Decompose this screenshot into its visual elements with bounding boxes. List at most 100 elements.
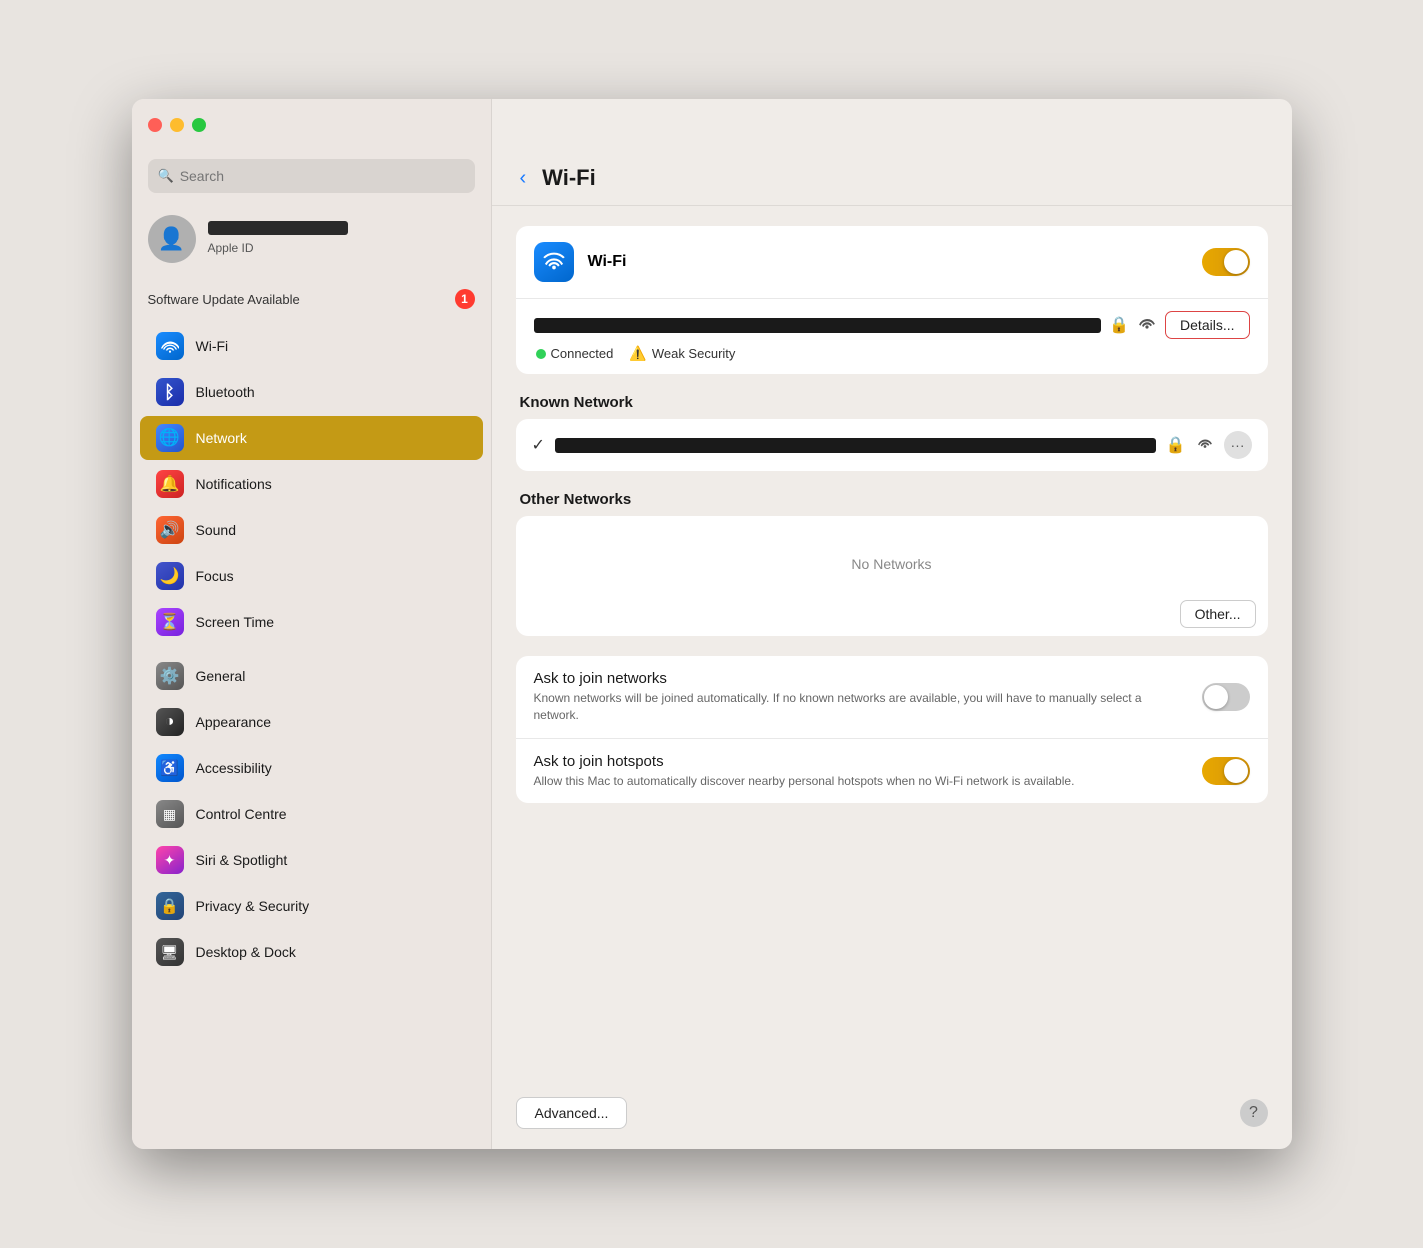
minimize-button[interactable] [170,118,184,132]
sidebar-item-label-accessibility: Accessibility [196,760,272,776]
main-content: ‹ Wi-Fi Wi-Fi [492,99,1292,1149]
search-bar[interactable]: 🔍 [148,159,475,193]
ask-hotspot-desc: Allow this Mac to automatically discover… [534,773,1188,790]
sidebar-item-label-appearance: Appearance [196,714,272,730]
ask-join-toggle[interactable] [1202,683,1250,711]
sidebar-item-control-centre[interactable]: ▦ Control Centre [140,792,483,836]
sidebar-item-label-notifications: Notifications [196,476,272,492]
known-network-more-button[interactable]: ··· [1224,431,1252,459]
sidebar-item-appearance[interactable]: ◑ Appearance [140,700,483,744]
help-button[interactable]: ? [1240,1099,1268,1127]
toggle-knob [1224,250,1248,274]
details-button[interactable]: Details... [1165,311,1249,339]
known-network-row: ✓ 🔒 ··· [516,419,1268,471]
connected-lock-icon: 🔒 [1109,315,1129,335]
ask-hotspot-title: Ask to join hotspots [534,753,1188,770]
known-network-name [555,438,1156,453]
network-row-top: 🔒 Details... [534,311,1250,339]
apple-id-name [208,221,348,235]
close-button[interactable] [148,118,162,132]
apple-id-section[interactable]: 👤 Apple ID [132,205,491,273]
page-title: Wi-Fi [542,165,596,191]
sidebar-item-label-screen-time: Screen Time [196,614,275,630]
sidebar-item-accessibility[interactable]: ♿ Accessibility [140,746,483,790]
ask-join-desc: Known networks will be joined automatica… [534,690,1188,724]
wifi-toggle[interactable] [1202,248,1250,276]
connected-network-row: 🔒 Details... Connected [516,298,1268,374]
software-update-badge: 1 [455,289,475,309]
status-weak: ⚠️ Weak Security [629,345,735,362]
content-header: ‹ Wi-Fi [492,151,1292,206]
software-update-row[interactable]: Software Update Available 1 [132,281,491,317]
appearance-icon: ◑ [156,708,184,736]
sidebar-item-label-wifi: Wi-Fi [196,338,229,354]
apple-id-label: Apple ID [208,241,254,255]
advanced-button[interactable]: Advanced... [516,1097,628,1129]
sidebar-item-label-privacy: Privacy & Security [196,898,310,914]
other-network-button[interactable]: Other... [1180,600,1256,628]
sidebar-item-screen-time[interactable]: ⏳ Screen Time [140,600,483,644]
connected-label: Connected [551,346,614,361]
wifi-toggle-card: Wi-Fi 🔒 Details [516,226,1268,374]
privacy-icon: 🔒 [156,892,184,920]
other-networks-header: Other Networks [516,491,1268,508]
ask-join-title: Ask to join networks [534,670,1188,687]
connected-wifi-signal [1137,315,1157,336]
sidebar-item-sound[interactable]: 🔊 Sound [140,508,483,552]
known-lock-icon: 🔒 [1166,435,1186,455]
content-body: Wi-Fi 🔒 Details [492,206,1292,1085]
maximize-button[interactable] [192,118,206,132]
sidebar-item-network[interactable]: 🌐 Network [140,416,483,460]
other-networks-footer: Other... [516,592,1268,636]
sidebar-item-label-control-centre: Control Centre [196,806,287,822]
sidebar-item-desktop-dock[interactable]: 🖥 Desktop & Dock [140,930,483,974]
back-button[interactable]: ‹ [516,167,531,190]
notifications-icon: 🔔 [156,470,184,498]
network-icon: 🌐 [156,424,184,452]
wifi-large-icon [534,242,574,282]
general-icon: ⚙️ [156,662,184,690]
sidebar-item-siri-spotlight[interactable]: ✦ Siri & Spotlight [140,838,483,882]
sidebar-item-label-network: Network [196,430,247,446]
sidebar-item-wifi[interactable]: Wi-Fi [140,324,483,368]
known-network-header: Known Network [516,394,1268,411]
siri-icon: ✦ [156,846,184,874]
wifi-header-label: Wi-Fi [588,253,1188,271]
wifi-icon [156,332,184,360]
ask-hotspot-knob [1224,759,1248,783]
screen-time-icon: ⏳ [156,608,184,636]
titlebar [132,99,1292,151]
known-network-card: ✓ 🔒 ··· [516,419,1268,471]
checkmark-icon: ✓ [532,435,545,455]
ask-join-card: Ask to join networks Known networks will… [516,656,1268,803]
ask-hotspot-toggle[interactable] [1202,757,1250,785]
sidebar-item-notifications[interactable]: 🔔 Notifications [140,462,483,506]
search-input[interactable] [180,168,465,184]
control-centre-icon: ▦ [156,800,184,828]
connected-network-name [534,318,1102,333]
sidebar-item-privacy-security[interactable]: 🔒 Privacy & Security [140,884,483,928]
status-connected: Connected [536,345,614,362]
accessibility-icon: ♿ [156,754,184,782]
sidebar-item-general[interactable]: ⚙️ General [140,654,483,698]
search-icon: 🔍 [158,168,174,184]
ask-join-row: Ask to join networks Known networks will… [516,656,1268,738]
known-wifi-signal [1196,436,1214,455]
desktop-icon: 🖥 [156,938,184,966]
avatar: 👤 [148,215,196,263]
sidebar-item-focus[interactable]: 🌙 Focus [140,554,483,598]
sidebar: 🔍 👤 Apple ID Software Update Available 1… [132,99,492,1149]
no-networks-label: No Networks [516,516,1268,592]
sidebar-item-label-bluetooth: Bluetooth [196,384,255,400]
sidebar-item-label-general: General [196,668,246,684]
weak-security-label: Weak Security [652,346,736,361]
sidebar-item-bluetooth[interactable]: ᛒ Bluetooth [140,370,483,414]
content-footer: Advanced... ? [492,1085,1292,1149]
sound-icon: 🔊 [156,516,184,544]
ask-join-knob [1204,685,1228,709]
sidebar-item-label-desktop: Desktop & Dock [196,944,296,960]
network-status: Connected ⚠️ Weak Security [534,345,1250,362]
focus-icon: 🌙 [156,562,184,590]
bluetooth-icon: ᛒ [156,378,184,406]
other-networks-card: No Networks Other... [516,516,1268,636]
